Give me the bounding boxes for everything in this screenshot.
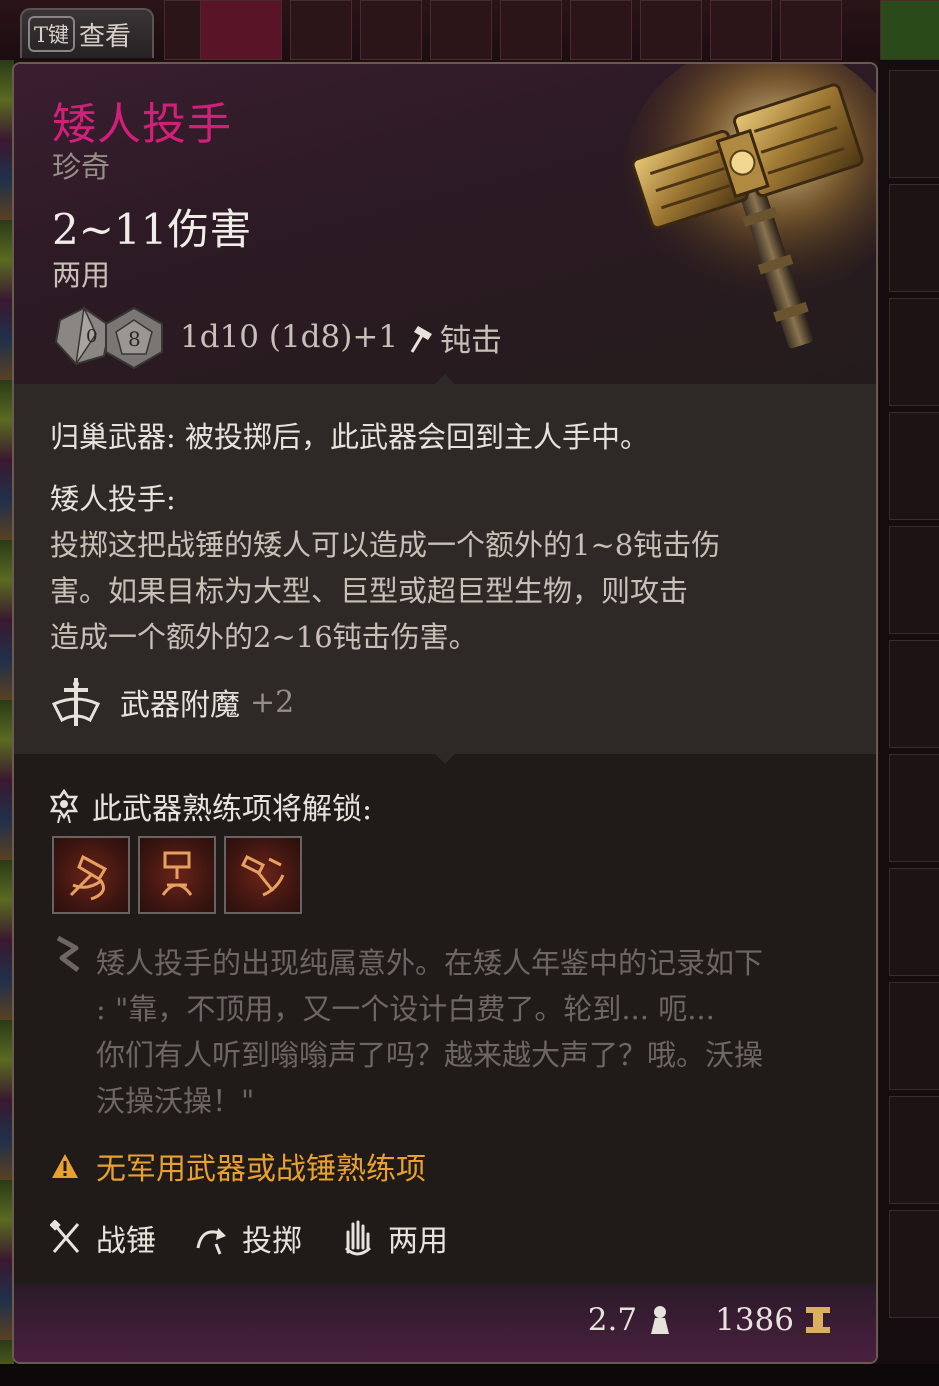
throw-icon [196, 1228, 226, 1255]
item-tooltip: 矮人投手 珍奇 2~11伤害 两用 0 8 1d10 (1d8)+1 钝击 归巢… [12, 62, 878, 1364]
lore-line: 矮人投手的出现纯属意外。在矮人年鉴中的记录如下 [96, 946, 764, 980]
inspect-key-hint[interactable]: T键 查看 [20, 8, 154, 58]
inventory-slot[interactable] [889, 1096, 939, 1204]
warning-text: 无军用武器或战锤熟练项 [96, 1152, 426, 1187]
weapon-action-icon-3[interactable] [224, 836, 302, 914]
inventory-slot[interactable] [290, 0, 352, 60]
inventory-slot[interactable] [640, 0, 702, 60]
enchant-icon [51, 678, 101, 726]
inventory-slot[interactable] [780, 0, 842, 60]
tag-thrown: 投掷 [194, 1216, 302, 1260]
die-b-face: 8 [128, 327, 141, 351]
key-badge: T键 [28, 16, 76, 52]
ability-line: 投掷这把战锤的矮人可以造成一个额外的1~8钝击伤 [50, 528, 721, 562]
warning-icon [52, 1154, 78, 1178]
lore-line: 沃操沃操！" [96, 1084, 255, 1118]
inventory-slot[interactable] [889, 70, 939, 178]
weapon-action-icon-2[interactable] [138, 836, 216, 914]
tag-label: 投掷 [242, 1224, 302, 1259]
inventory-bottom-strip [0, 1364, 939, 1386]
damage-type: 钝击 [440, 322, 503, 359]
inventory-slot[interactable] [889, 982, 939, 1090]
tag-label: 战锤 [96, 1224, 156, 1259]
inventory-slot[interactable] [880, 0, 939, 60]
lore-line: : "靠，不顶用，又一个设计白费了。轮到... 呃... [96, 992, 715, 1026]
die-a-face: 0 [86, 326, 97, 347]
inventory-slot[interactable] [710, 0, 772, 60]
bludgeoning-icon [410, 326, 433, 353]
ability-title: 矮人投手: [50, 482, 176, 516]
inventory-right-column [879, 60, 939, 1386]
inventory-slot[interactable] [360, 0, 422, 60]
inventory-slot[interactable] [889, 754, 939, 862]
two-hand-icon [344, 1220, 372, 1256]
item-handedness: 两用 [52, 258, 111, 292]
dice-icon: 0 8 [54, 305, 163, 370]
item-rarity: 珍奇 [52, 150, 111, 184]
inventory-slot[interactable] [889, 868, 939, 976]
dice-formula: 1d10 (1d8)+1 [180, 319, 399, 355]
tag-versatile: 两用 [340, 1216, 448, 1260]
dice-row: 0 8 1d10 (1d8)+1 钝击 [54, 304, 502, 370]
proficiency-warning: 无军用武器或战锤熟练项 [50, 1144, 426, 1188]
proficiency-unlock-title: 此武器熟练项将解锁: [92, 792, 373, 827]
enchantment-row: 武器附魔 +2 [50, 676, 294, 728]
proficiency-unlock-row: 此武器熟练项将解锁: [50, 784, 372, 828]
returning-property: 归巢武器: 被投掷后，此武器会回到主人手中。 [50, 420, 649, 454]
enchant-value: +2 [250, 684, 295, 720]
item-footer: 2.7 1386 [588, 1302, 832, 1338]
tag-warhammer: 战锤 [50, 1216, 156, 1260]
warhammer-item-image [624, 64, 876, 349]
item-damage: 2~11伤害 [52, 205, 252, 254]
item-name: 矮人投手 [52, 99, 232, 150]
lore-text: 矮人投手的出现纯属意外。在矮人年鉴中的记录如下 : "靠，不顶用，又一个设计白费… [96, 940, 856, 1124]
inventory-slot[interactable] [889, 1210, 939, 1318]
tag-label: 两用 [388, 1224, 448, 1259]
inventory-slot[interactable] [889, 640, 939, 748]
weapon-tags: 战锤 投掷 两用 [50, 1216, 486, 1260]
inventory-slot[interactable] [500, 0, 562, 60]
item-value: 1386 [715, 1302, 794, 1338]
inventory-slot[interactable] [889, 526, 939, 634]
inventory-slot[interactable] [889, 412, 939, 520]
inventory-slot[interactable] [200, 0, 282, 60]
weapon-action-icons [52, 836, 302, 914]
enchant-label: 武器附魔 [120, 688, 240, 723]
item-weight: 2.7 [587, 1302, 638, 1338]
gold-coin-icon [806, 1307, 830, 1333]
proficiency-badge-icon [50, 789, 78, 823]
inventory-slot[interactable] [889, 298, 939, 406]
weapon-action-icon-1[interactable] [52, 836, 130, 914]
warhammer-icon [50, 1220, 80, 1253]
weight-icon [651, 1306, 670, 1334]
ability-line: 害。如果目标为大型、巨型或超巨型生物，则攻击 [50, 574, 689, 608]
inspect-label: 查看 [79, 21, 132, 52]
inventory-slot[interactable] [570, 0, 632, 60]
lore-quill-icon [56, 935, 80, 972]
inventory-slot[interactable] [889, 184, 939, 292]
ability-line: 造成一个额外的2~16钝击伤害。 [50, 620, 478, 654]
lore-line: 你们有人听到嗡嗡声了吗？越来越大声了？哦。沃操 [96, 1038, 764, 1072]
inventory-slot[interactable] [430, 0, 492, 60]
